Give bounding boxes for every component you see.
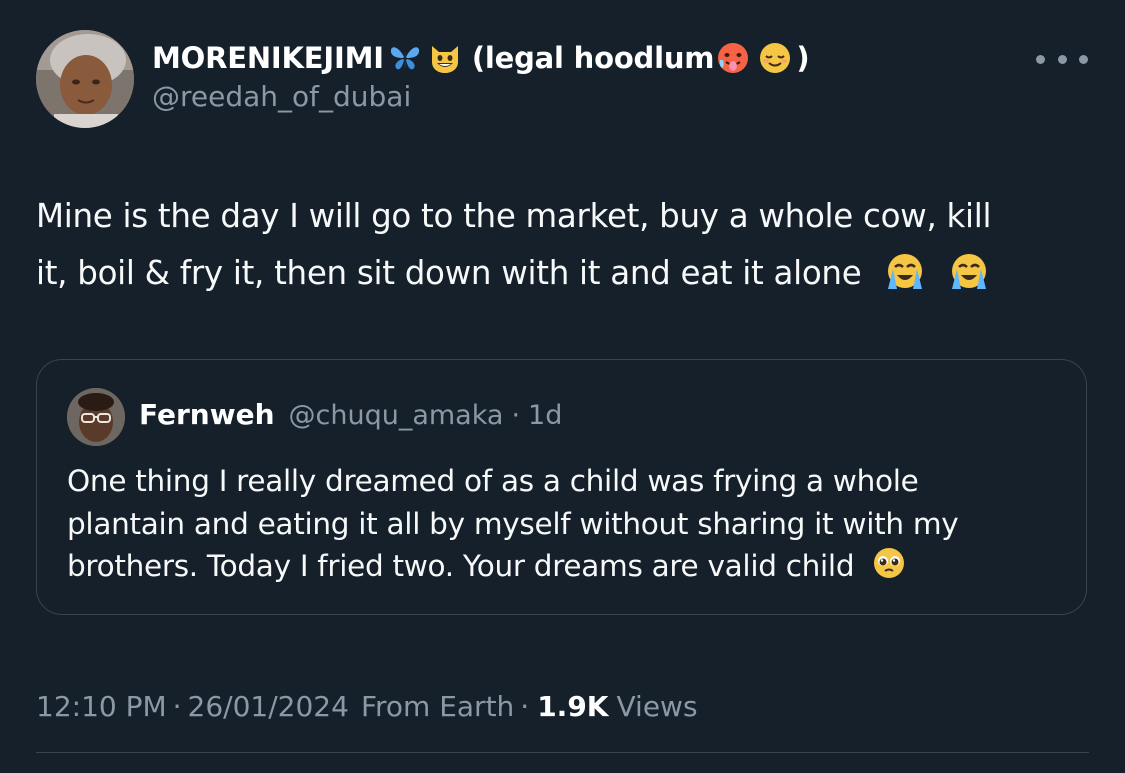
author-handle[interactable]: @reedah_of_dubai — [152, 80, 411, 113]
hot-face-icon — [716, 41, 750, 75]
relieved-face-icon — [758, 41, 792, 75]
quote-author-handle[interactable]: @chuqu_amaka — [289, 400, 504, 431]
quote-author-avatar[interactable] — [67, 388, 125, 446]
quote-text: One thing I really dreamed of as a child… — [67, 460, 1067, 588]
loudly-crying-face-icon — [883, 249, 927, 291]
quote-text-line: One thing I really dreamed of as a child… — [67, 464, 919, 498]
tweet-location: From Earth — [360, 690, 515, 723]
more-options-button[interactable] — [1036, 44, 1088, 74]
author-name-row[interactable]: MORENIKEJIMI (legal hoodlum) — [152, 38, 810, 78]
tweet-date[interactable]: 26/01/2024 — [188, 690, 349, 723]
loudly-crying-face-icon — [947, 249, 991, 291]
tweet-text-line: it, boil & fry it, then sit down with it… — [36, 245, 1096, 302]
quote-author-name[interactable]: Fernweh — [139, 398, 275, 431]
quote-separator: · — [511, 400, 521, 431]
more-dot-icon — [1079, 54, 1088, 64]
tweet-text-line: Mine is the day I will go to the market,… — [36, 197, 992, 235]
more-dot-icon — [1036, 54, 1045, 64]
butterfly-icon — [388, 43, 422, 73]
author-name-suffix[interactable]: (legal hoodlum — [472, 41, 715, 75]
tweet-text: Mine is the day I will go to the market,… — [36, 188, 1096, 302]
quote-timestamp[interactable]: 1d — [528, 400, 562, 431]
author-name-close[interactable]: ) — [796, 41, 809, 75]
quote-header: Fernweh @chuqu_amaka · 1d — [139, 398, 562, 431]
divider — [36, 752, 1089, 753]
grinning-cat-icon — [428, 42, 462, 74]
quote-text-line: brothers. Today I fried two. Your dreams… — [67, 545, 1067, 588]
author-name[interactable]: MORENIKEJIMI — [152, 41, 384, 75]
views-label: Views — [616, 690, 698, 723]
pleading-face-icon — [871, 545, 907, 581]
meta-separator: · — [172, 690, 182, 723]
views-count[interactable]: 1.9K — [537, 690, 608, 723]
quoted-tweet-card[interactable]: Fernweh @chuqu_amaka · 1d One thing I re… — [36, 359, 1087, 615]
author-avatar[interactable] — [36, 30, 134, 128]
tweet-meta: 12:10 PM · 26/01/2024 From Earth · 1.9K … — [36, 690, 698, 723]
quote-text-line: plantain and eating it all by myself wit… — [67, 506, 959, 541]
tweet-time[interactable]: 12:10 PM — [36, 690, 167, 723]
more-dot-icon — [1057, 54, 1067, 64]
meta-separator: · — [520, 690, 530, 723]
